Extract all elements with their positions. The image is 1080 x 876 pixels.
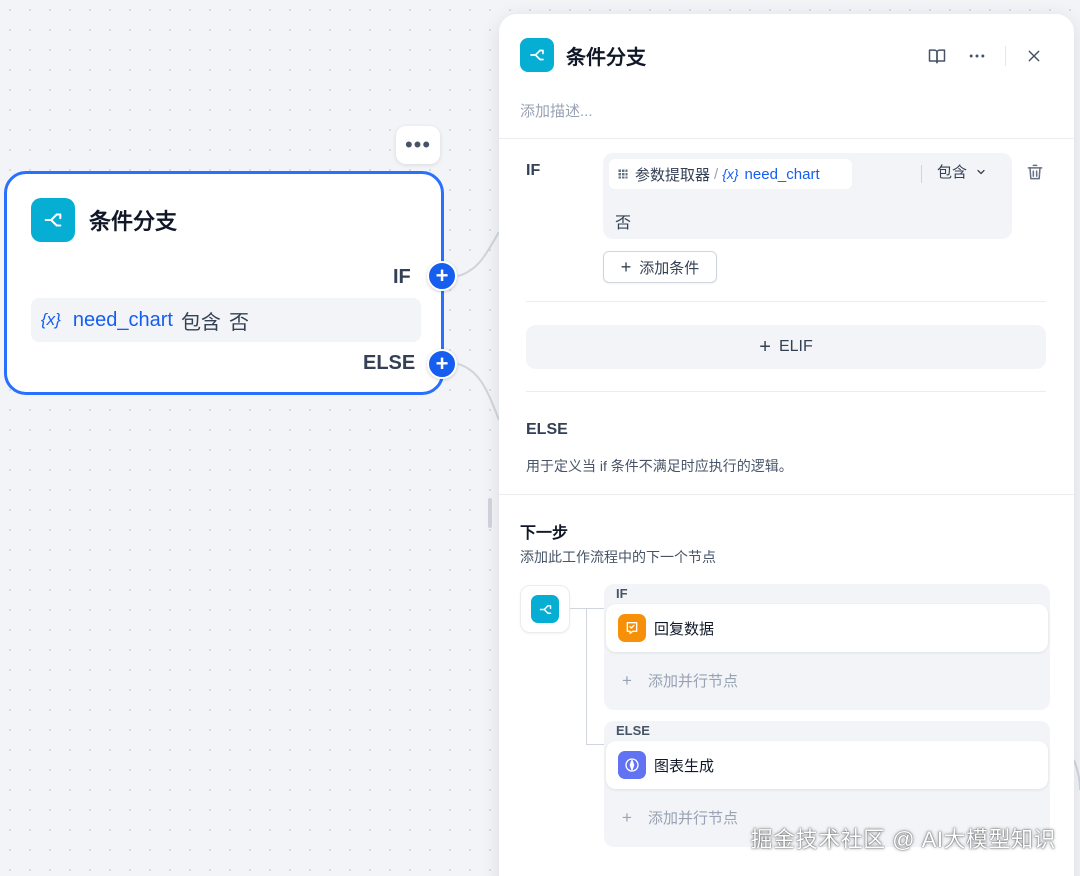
add-parallel-node-button[interactable]: + 添加并行节点 <box>622 670 738 691</box>
panel-header: 条件分支 <box>520 38 646 72</box>
else-port-add-button[interactable]: + <box>427 349 457 379</box>
plus-icon: + <box>622 808 632 827</box>
path-separator: / <box>714 165 719 183</box>
node-condition: {x} need_chart 包含 否 <box>31 298 421 342</box>
condition-operator: 包含 <box>180 311 221 334</box>
node-settings-panel: 条件分支 添加描述... IF 参数提取器 / {x} need_chart 包… <box>499 14 1074 876</box>
branch-label: ELSE <box>616 723 650 738</box>
if-condition-box: 参数提取器 / {x} need_chart 包含 否 <box>603 153 1012 239</box>
add-condition-button[interactable]: + 添加条件 <box>603 251 717 283</box>
branch-icon <box>531 595 559 623</box>
if-else-node[interactable]: 条件分支 IF {x} need_chart 包含 否 ELSE <box>4 171 444 395</box>
else-section-title: ELSE <box>526 421 568 438</box>
variable-name: need_chart <box>744 165 820 183</box>
if-port-add-button[interactable]: + <box>427 261 457 291</box>
condition-value: 否 <box>228 311 249 334</box>
chevron-down-icon <box>977 169 985 174</box>
add-parallel-label: 添加并行节点 <box>647 673 738 690</box>
compass-icon <box>618 751 646 779</box>
operator-label: 包含 <box>937 164 968 181</box>
description-input[interactable]: 添加描述... <box>520 100 593 121</box>
panel-title[interactable]: 条件分支 <box>566 41 646 70</box>
if-port-label: IF <box>393 266 411 288</box>
variable-icon: {x} <box>722 166 739 182</box>
divider <box>499 138 1074 139</box>
plus-icon: + <box>759 336 771 358</box>
next-step-title: 下一步 <box>520 525 569 542</box>
add-parallel-node-button[interactable]: + 添加并行节点 <box>622 807 738 828</box>
node-header: 条件分支 <box>31 198 177 242</box>
trash-icon[interactable] <box>1025 162 1045 187</box>
next-node-name: 图表生成 <box>654 757 715 775</box>
tree-connector <box>570 608 586 609</box>
source-node-name: 参数提取器 <box>635 166 711 184</box>
book-icon[interactable] <box>923 42 951 70</box>
operator-select[interactable]: 包含 <box>937 161 987 182</box>
next-step-description: 添加此工作流程中的下一个节点 <box>520 549 716 565</box>
tree-connector <box>586 608 604 609</box>
branch-label: IF <box>616 586 628 601</box>
else-port-label: ELSE <box>363 352 416 374</box>
condition-value-input[interactable]: 否 <box>615 209 631 233</box>
reply-icon <box>618 614 646 642</box>
condition-variable: need_chart <box>72 308 173 331</box>
watermark: 掘金技术社区 @ AI大模型知识 <box>750 827 1056 852</box>
add-elif-button[interactable]: + ELIF <box>526 325 1046 369</box>
divider <box>921 165 922 183</box>
branch-icon <box>31 198 75 242</box>
elif-label: ELIF <box>778 338 813 355</box>
node-title: 条件分支 <box>89 209 178 234</box>
panel-actions <box>923 42 1048 70</box>
else-section-description: 用于定义当 if 条件不满足时应执行的逻辑。 <box>526 458 793 474</box>
close-icon[interactable] <box>1020 42 1048 70</box>
current-node-mini <box>520 585 570 633</box>
next-node-card[interactable]: 回复数据 <box>606 604 1048 652</box>
add-condition-label: 添加条件 <box>639 259 700 277</box>
divider <box>526 301 1046 302</box>
add-parallel-label: 添加并行节点 <box>647 810 738 827</box>
if-section-label: IF <box>526 162 541 179</box>
branch-icon <box>520 38 554 72</box>
divider <box>499 494 1074 495</box>
next-step-branch-if: IF 回复数据 + 添加并行节点 <box>604 584 1050 710</box>
more-icon[interactable] <box>963 42 991 70</box>
next-node-name: 回复数据 <box>654 620 715 638</box>
plus-icon: + <box>620 257 632 277</box>
panel-resize-handle[interactable] <box>488 498 492 528</box>
tree-connector <box>586 744 604 745</box>
divider <box>526 391 1046 392</box>
variable-selector[interactable]: 参数提取器 / {x} need_chart <box>609 159 852 189</box>
next-node-card[interactable]: 图表生成 <box>606 741 1048 789</box>
node-more-button[interactable]: ••• <box>396 126 440 164</box>
divider <box>1005 46 1006 66</box>
plus-icon: + <box>622 671 632 690</box>
variable-icon: {x} <box>41 310 61 329</box>
parameter-extractor-icon <box>618 169 628 179</box>
tree-connector <box>586 608 587 744</box>
